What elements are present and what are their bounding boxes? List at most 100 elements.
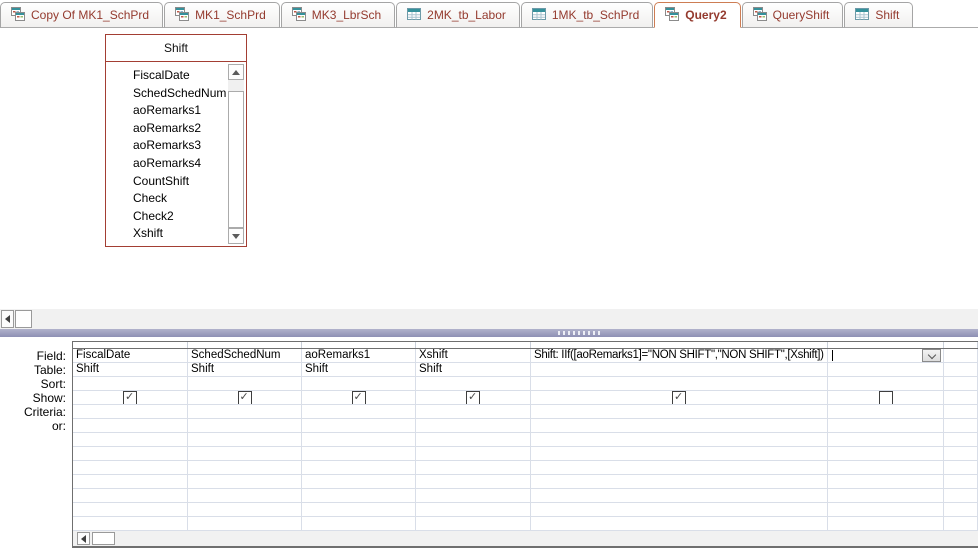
cell-sort-col5[interactable] bbox=[531, 377, 828, 391]
field-dropdown-button[interactable] bbox=[922, 349, 941, 362]
cell-or-col6[interactable] bbox=[828, 419, 944, 433]
cell-table-col4[interactable]: Shift bbox=[416, 363, 531, 377]
cell-field-col2[interactable]: SchedSchedNum bbox=[188, 349, 302, 363]
cell-empty-col6[interactable] bbox=[828, 447, 944, 461]
column-selector[interactable] bbox=[944, 342, 978, 348]
grid-column-header-strip[interactable] bbox=[73, 341, 978, 349]
cell-criteria-col3[interactable] bbox=[302, 405, 416, 419]
cell-empty-col3[interactable] bbox=[302, 461, 416, 475]
tab-mk1-schprd[interactable]: MK1_SchPrd bbox=[164, 2, 280, 28]
top-pane-hscrollbar[interactable] bbox=[0, 309, 978, 329]
cell-empty-col6[interactable] bbox=[828, 517, 944, 531]
cell-empty-col5[interactable] bbox=[531, 503, 828, 517]
hscrollbar-thumb[interactable] bbox=[92, 532, 115, 545]
cell-empty-col4[interactable] bbox=[416, 447, 531, 461]
cell-sort-col7[interactable] bbox=[944, 377, 978, 391]
cell-empty-col2[interactable] bbox=[188, 433, 302, 447]
cell-empty-col5[interactable] bbox=[531, 433, 828, 447]
cell-empty-col1[interactable] bbox=[73, 461, 188, 475]
cell-sort-col1[interactable] bbox=[73, 377, 188, 391]
cell-empty-col4[interactable] bbox=[416, 461, 531, 475]
cell-empty-col1[interactable] bbox=[73, 433, 188, 447]
cell-sort-col6[interactable] bbox=[828, 377, 944, 391]
cell-criteria-col6[interactable] bbox=[828, 405, 944, 419]
cell-empty-col6[interactable] bbox=[828, 461, 944, 475]
cell-criteria-col5[interactable] bbox=[531, 405, 828, 419]
cell-empty-col5[interactable] bbox=[531, 475, 828, 489]
cell-sort-col3[interactable] bbox=[302, 377, 416, 391]
pane-splitter[interactable] bbox=[0, 329, 978, 337]
cell-show-col3[interactable] bbox=[302, 391, 416, 405]
grid-hscrollbar[interactable] bbox=[73, 531, 978, 546]
show-checkbox-checked[interactable] bbox=[123, 391, 137, 404]
cell-empty-col1[interactable] bbox=[73, 503, 188, 517]
cell-empty-col7[interactable] bbox=[944, 433, 978, 447]
cell-table-col7[interactable] bbox=[944, 363, 978, 377]
field-list-scrollbar[interactable] bbox=[228, 64, 244, 244]
cell-show-col4[interactable] bbox=[416, 391, 531, 405]
cell-show-col6[interactable] bbox=[828, 391, 944, 405]
column-selector[interactable] bbox=[73, 342, 188, 348]
cell-or-col3[interactable] bbox=[302, 419, 416, 433]
cell-field-col3[interactable]: aoRemarks1 bbox=[302, 349, 416, 363]
cell-field-col1[interactable]: FiscalDate bbox=[73, 349, 188, 363]
tab-shift[interactable]: Shift bbox=[844, 2, 914, 28]
cell-empty-col2[interactable] bbox=[188, 489, 302, 503]
cell-or-col5[interactable] bbox=[531, 419, 828, 433]
tab-1mk-tb-schprd[interactable]: 1MK_tb_SchPrd bbox=[520, 2, 654, 28]
column-selector[interactable] bbox=[828, 342, 944, 348]
cell-empty-col2[interactable] bbox=[188, 517, 302, 531]
cell-field-col5[interactable]: Shift: IIf([aoRemarks1]="NON SHIFT","NON… bbox=[531, 349, 828, 363]
cell-criteria-col4[interactable] bbox=[416, 405, 531, 419]
cell-show-col7[interactable] bbox=[944, 391, 978, 405]
tab-2mk-tb-labor[interactable]: 2MK_tb_Labor bbox=[396, 2, 520, 28]
cell-empty-col5[interactable] bbox=[531, 447, 828, 461]
cell-empty-col4[interactable] bbox=[416, 517, 531, 531]
field-list-title[interactable]: Shift bbox=[106, 35, 246, 62]
cell-empty-col1[interactable] bbox=[73, 475, 188, 489]
cell-empty-col4[interactable] bbox=[416, 433, 531, 447]
show-checkbox-checked[interactable] bbox=[351, 391, 366, 404]
cell-empty-col1[interactable] bbox=[73, 447, 188, 461]
cell-empty-col3[interactable] bbox=[302, 489, 416, 503]
cell-empty-col7[interactable] bbox=[944, 489, 978, 503]
cell-criteria-col2[interactable] bbox=[188, 405, 302, 419]
cell-criteria-col7[interactable] bbox=[944, 405, 978, 419]
cell-empty-col4[interactable] bbox=[416, 503, 531, 517]
cell-or-col2[interactable] bbox=[188, 419, 302, 433]
cell-table-col1[interactable]: Shift bbox=[73, 363, 188, 377]
cell-empty-col2[interactable] bbox=[188, 475, 302, 489]
cell-empty-col6[interactable] bbox=[828, 433, 944, 447]
cell-field-col4[interactable]: Xshift bbox=[416, 349, 531, 363]
cell-empty-col2[interactable] bbox=[188, 503, 302, 517]
cell-empty-col1[interactable] bbox=[73, 489, 188, 503]
cell-or-col7[interactable] bbox=[944, 419, 978, 433]
scroll-left-button[interactable] bbox=[77, 532, 90, 545]
column-selector[interactable] bbox=[188, 342, 302, 348]
cell-empty-col5[interactable] bbox=[531, 489, 828, 503]
cell-empty-col4[interactable] bbox=[416, 475, 531, 489]
column-selector[interactable] bbox=[531, 342, 828, 348]
cell-or-col1[interactable] bbox=[73, 419, 188, 433]
scroll-left-button[interactable] bbox=[1, 310, 14, 328]
cell-criteria-col1[interactable] bbox=[73, 405, 188, 419]
cell-empty-col7[interactable] bbox=[944, 475, 978, 489]
hscrollbar-thumb[interactable] bbox=[15, 310, 32, 328]
show-checkbox-checked[interactable] bbox=[672, 391, 686, 404]
scroll-down-button[interactable] bbox=[228, 228, 244, 244]
show-checkbox-checked[interactable] bbox=[466, 391, 480, 404]
cell-empty-col2[interactable] bbox=[188, 447, 302, 461]
tab-mk3-lbrsch[interactable]: MK3_LbrSch bbox=[280, 2, 396, 28]
show-checkbox-checked[interactable] bbox=[237, 391, 252, 404]
cell-sort-col2[interactable] bbox=[188, 377, 302, 391]
cell-empty-col3[interactable] bbox=[302, 475, 416, 489]
tab-query2[interactable]: Query2 bbox=[654, 2, 741, 28]
column-selector[interactable] bbox=[302, 342, 416, 348]
cell-or-col4[interactable] bbox=[416, 419, 531, 433]
cell-empty-col5[interactable] bbox=[531, 517, 828, 531]
cell-empty-col5[interactable] bbox=[531, 461, 828, 475]
cell-empty-col3[interactable] bbox=[302, 517, 416, 531]
cell-sort-col4[interactable] bbox=[416, 377, 531, 391]
cell-empty-col2[interactable] bbox=[188, 461, 302, 475]
cell-empty-col6[interactable] bbox=[828, 475, 944, 489]
